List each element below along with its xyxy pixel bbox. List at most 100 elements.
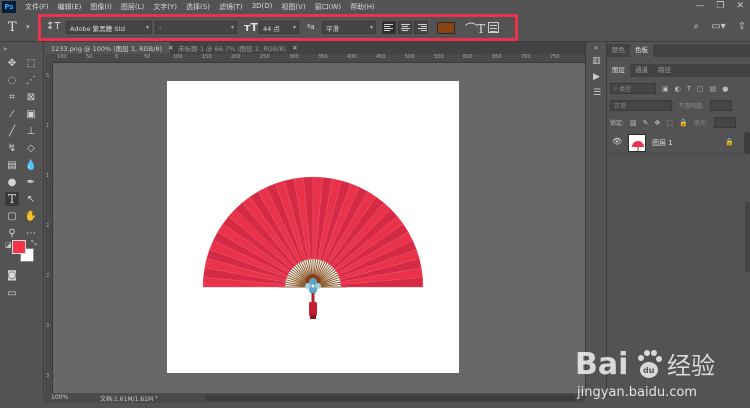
- filter-toggle-icon[interactable]: ●: [722, 85, 728, 93]
- brush-tool-icon[interactable]: ╱: [5, 124, 19, 138]
- menu-item[interactable]: 文字(Y): [153, 2, 177, 12]
- menu-item[interactable]: 滤镜(T): [219, 2, 243, 12]
- tab-untitled-1[interactable]: 未标题-1 @ 66.7% (图层 2, RGB/8) ✕: [172, 42, 298, 54]
- move-tool-icon[interactable]: ✥: [5, 56, 19, 70]
- menu-item[interactable]: 窗口(W): [315, 2, 341, 12]
- healing-brush-tool-icon[interactable]: ▣: [24, 107, 38, 121]
- clone-stamp-tool-icon[interactable]: ⊥: [24, 124, 38, 138]
- history-brush-tool-icon[interactable]: ↯: [5, 141, 19, 155]
- toolbox-collapse-icon[interactable]: »: [3, 45, 7, 53]
- blend-mode-value: 正常: [614, 103, 627, 110]
- swap-colors-icon[interactable]: ⤡: [31, 239, 37, 248]
- zoom-tool-icon[interactable]: ⚲: [5, 226, 19, 240]
- lock-pixels-icon[interactable]: ✎: [643, 119, 649, 127]
- fill-field[interactable]: [713, 117, 736, 128]
- rectangle-tool-icon[interactable]: ▢: [5, 209, 19, 223]
- menu-item[interactable]: 视图(V): [281, 2, 305, 12]
- eraser-tool-icon[interactable]: ◇: [24, 141, 38, 155]
- shape-filter-icon[interactable]: ▢: [697, 85, 704, 93]
- panel-scrollbar[interactable]: [744, 132, 750, 154]
- blur-tool-icon[interactable]: 💧: [24, 158, 38, 172]
- ruler-tick-label: 200: [231, 54, 241, 60]
- ruler-tick-label: 0: [115, 54, 119, 60]
- dodge-tool-icon[interactable]: ●: [5, 175, 19, 189]
- lasso-tool-icon[interactable]: ◌: [5, 73, 19, 87]
- blend-mode-select[interactable]: 正常: [610, 100, 672, 111]
- folding-fan-image: [202, 176, 424, 319]
- tab-swatches[interactable]: 色板: [630, 44, 653, 57]
- lock-position-icon[interactable]: ✥: [655, 119, 661, 127]
- document-canvas[interactable]: [167, 81, 459, 373]
- menu-item[interactable]: 编辑(E): [58, 2, 82, 12]
- smart-object-filter-icon[interactable]: ▤: [710, 85, 717, 93]
- gradient-tool-icon[interactable]: ▤: [5, 158, 19, 172]
- document-tabs: 1233.png @ 100% (图层 1, RGB/8) ✕ 未标题-1 @ …: [45, 42, 585, 54]
- crop-tool-icon[interactable]: ⌗: [5, 90, 19, 104]
- frame-tool-icon[interactable]: ⊠: [24, 90, 38, 104]
- tab-layers[interactable]: 图层: [607, 64, 630, 77]
- layer-panel-tabs: 图层 通道 路径: [607, 64, 750, 77]
- toolbox: » ✥ ⬚ ◌ ⋰ ⌗ ⊠ ⁄ ▣ ╱ ⊥ ↯ ◇ ▤ 💧 ● ✒ T ↖ ▢ …: [0, 42, 44, 398]
- layer-filter-select[interactable]: ⌕ 类型: [610, 83, 656, 94]
- layer-row[interactable]: 👁 图层 1 🔒: [607, 132, 750, 154]
- marquee-tool-icon[interactable]: ⬚: [24, 56, 38, 70]
- close-icon[interactable]: ✕: [736, 1, 744, 11]
- menu-item[interactable]: 选择(S): [186, 2, 210, 12]
- menu-item[interactable]: 图层(L): [121, 2, 144, 12]
- foreground-color-swatch[interactable]: [12, 240, 26, 254]
- opacity-field[interactable]: [710, 100, 733, 111]
- menu-item[interactable]: 3D(D): [252, 2, 273, 12]
- tab-paths[interactable]: 路径: [653, 64, 676, 77]
- menu-item[interactable]: 帮助(H): [350, 2, 375, 12]
- properties-panel-icon[interactable]: ☰: [593, 88, 601, 98]
- pixel-filter-icon[interactable]: ▣: [662, 85, 669, 93]
- type-tool-icon[interactable]: T: [8, 20, 17, 35]
- annotation-highlight: [38, 14, 518, 41]
- pen-tool-icon[interactable]: ✒: [24, 175, 38, 189]
- chevron-down-icon[interactable]: ▾: [26, 23, 30, 31]
- ruler-tick-label: 400: [347, 54, 357, 60]
- horizontal-scrollbar[interactable]: [205, 395, 575, 401]
- lock-transparent-icon[interactable]: ▨: [630, 119, 637, 127]
- tab-1233-png[interactable]: 1233.png @ 100% (图层 1, RGB/8) ✕: [45, 42, 173, 54]
- adjustment-filter-icon[interactable]: ◐: [675, 85, 681, 93]
- more-tools-icon[interactable]: ⋯: [24, 226, 38, 240]
- search-icon[interactable]: ⌕: [694, 21, 700, 32]
- actions-panel-icon[interactable]: ▶: [593, 72, 600, 82]
- visibility-eye-icon[interactable]: 👁: [612, 137, 622, 146]
- panel-resize-handle[interactable]: [745, 202, 750, 272]
- collapse-icon[interactable]: «: [594, 44, 598, 52]
- tab-color[interactable]: 颜色: [607, 44, 630, 57]
- horizontal-ruler: 100 50 0 50 100 150 200 250 300 350 400 450 500 550 60…: [53, 54, 585, 63]
- tab-channels[interactable]: 通道: [630, 64, 653, 77]
- lock-all-icon[interactable]: 🔒: [679, 119, 688, 127]
- quick-mask-icon[interactable]: ◙: [5, 268, 19, 282]
- workspace-icon[interactable]: ▭▾: [711, 21, 725, 32]
- lock-artboard-icon[interactable]: ⬚: [666, 119, 673, 127]
- ruler-tick-label: 100: [57, 54, 67, 60]
- zoom-level[interactable]: 100%: [51, 394, 68, 401]
- workspace-options: ⌕ ▭▾ ⇪: [694, 21, 746, 32]
- minimize-icon[interactable]: —: [695, 1, 704, 11]
- type-filter-icon[interactable]: T: [687, 85, 691, 93]
- menu-item[interactable]: 图像(I): [90, 2, 112, 12]
- maximize-icon[interactable]: ❐: [716, 1, 724, 11]
- eyedropper-tool-icon[interactable]: ⁄: [5, 107, 19, 121]
- layer-name[interactable]: 图层 1: [652, 138, 673, 148]
- quick-select-tool-icon[interactable]: ⋰: [24, 73, 38, 87]
- document-info[interactable]: 文档:1.61M/1.61M: [100, 394, 153, 403]
- path-select-tool-icon[interactable]: ↖: [24, 192, 38, 206]
- color-panel-tabs: 颜色 色板: [607, 44, 750, 57]
- chevron-right-icon[interactable]: ›: [155, 393, 158, 401]
- menu-item[interactable]: 文件(F): [25, 2, 49, 12]
- hand-tool-icon[interactable]: ✋: [24, 209, 38, 223]
- screen-mode-icon[interactable]: ▭: [5, 286, 19, 300]
- lock-icon: 🔒: [725, 138, 734, 146]
- tab-label: 未标题-1 @ 66.7% (图层 2, RGB/8): [178, 45, 287, 53]
- type-tool-icon[interactable]: T: [5, 192, 19, 206]
- close-icon[interactable]: ✕: [292, 44, 297, 52]
- menu-items: 文件(F) 编辑(E) 图像(I) 图层(L) 文字(Y) 选择(S) 滤镜(T) 3D(D)…: [16, 2, 375, 12]
- default-colors-icon[interactable]: ◪: [5, 241, 12, 249]
- share-icon[interactable]: ⇪: [738, 21, 746, 32]
- history-panel-icon[interactable]: ▥: [592, 56, 601, 66]
